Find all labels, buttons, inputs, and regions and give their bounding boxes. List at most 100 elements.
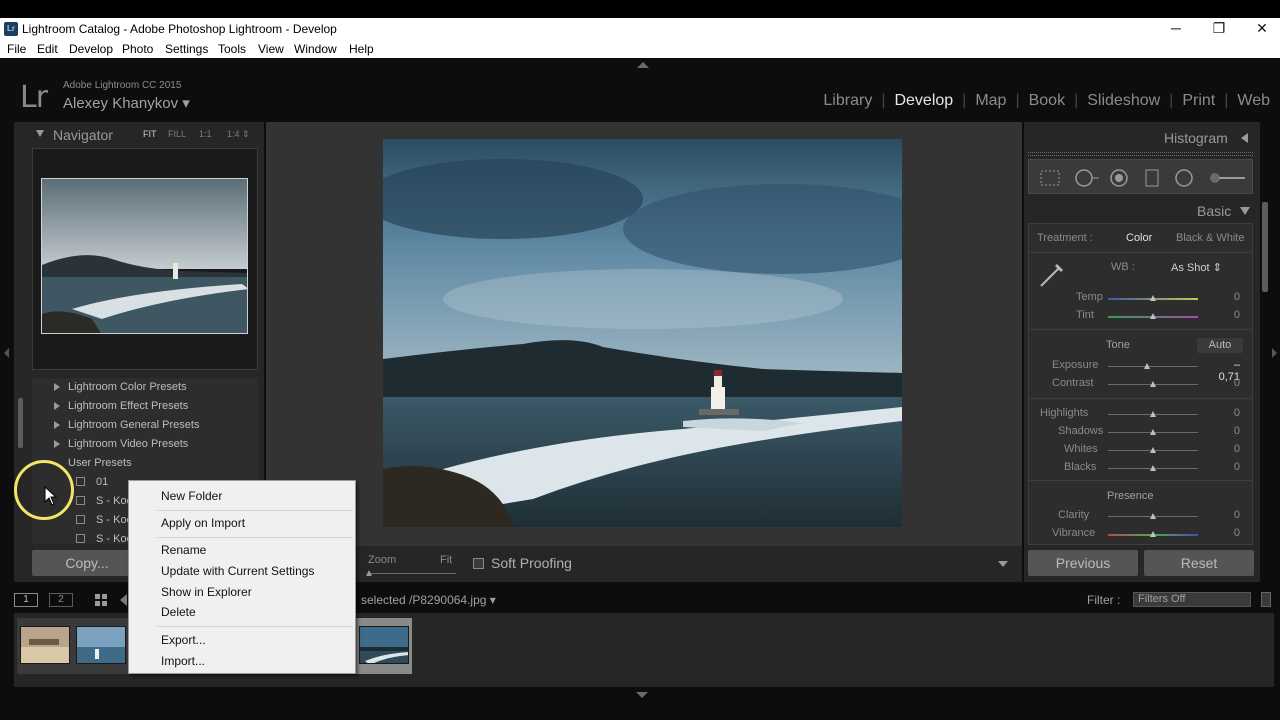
user-name-dropdown[interactable]: Alexey Khanykov ▾ <box>63 94 190 112</box>
basic-collapse-icon[interactable] <box>1240 207 1250 215</box>
menu-item-apply-on-import[interactable]: Apply on Import <box>161 516 245 530</box>
menu-tools[interactable]: Tools <box>218 42 246 56</box>
menu-item-rename[interactable]: Rename <box>161 543 206 557</box>
list-item[interactable]: Lightroom Color Presets <box>32 378 258 397</box>
zoom-slider[interactable] <box>368 573 456 574</box>
treatment-bw-option[interactable]: Black & White <box>1176 232 1244 244</box>
navigator-header[interactable]: Navigator FIT FILL 1:1 1:4 ⇕ <box>14 124 264 146</box>
zoom-1-1-option[interactable]: 1:1 <box>199 129 212 139</box>
module-library[interactable]: Library <box>823 92 872 110</box>
auto-tone-button[interactable]: Auto <box>1197 338 1243 353</box>
histogram-title[interactable]: Histogram <box>1164 130 1228 146</box>
slider-knob-temp[interactable] <box>1150 295 1156 301</box>
filmstrip-source-path[interactable]: selected /P8290064.jpg ▾ <box>361 593 496 607</box>
slider-value-clarity[interactable]: 0 <box>1210 509 1240 521</box>
slider-knob-whites[interactable] <box>1150 447 1156 453</box>
slider-track-exposure[interactable] <box>1108 366 1198 367</box>
soft-proofing-label[interactable]: Soft Proofing <box>491 555 572 571</box>
filter-select[interactable]: Filters Off <box>1133 592 1251 607</box>
reset-button[interactable]: Reset <box>1144 550 1254 576</box>
filmstrip-thumbnail[interactable] <box>17 618 73 674</box>
restore-button[interactable]: ❐ <box>1197 18 1241 40</box>
zoom-fill-option[interactable]: FILL <box>168 129 186 139</box>
list-item[interactable]: Lightroom Effect Presets <box>32 397 258 416</box>
soft-proofing-checkbox[interactable] <box>473 558 484 569</box>
zoom-label: Zoom <box>368 554 397 566</box>
filmstrip-thumbnail[interactable] <box>73 618 129 674</box>
slider-knob-tint[interactable] <box>1150 313 1156 319</box>
filter-lock-icon[interactable] <box>1261 592 1271 607</box>
slider-knob-contrast[interactable] <box>1150 381 1156 387</box>
list-item[interactable]: Lightroom General Presets <box>32 416 258 435</box>
menu-settings[interactable]: Settings <box>165 42 208 56</box>
basic-title[interactable]: Basic <box>1197 203 1231 219</box>
toolbar-content-dropdown-icon[interactable] <box>998 561 1008 567</box>
red-eye-icon[interactable] <box>1109 169 1129 187</box>
slider-value-temp[interactable]: 0 <box>1210 291 1240 303</box>
treatment-color-option[interactable]: Color <box>1126 232 1152 244</box>
list-item[interactable]: Lightroom Video Presets <box>32 435 258 454</box>
main-window-button[interactable]: 1 <box>14 593 38 607</box>
spot-removal-icon[interactable] <box>1073 169 1101 187</box>
collapse-triangle-icon[interactable] <box>36 130 44 137</box>
slider-value-vibrance[interactable]: 0 <box>1210 527 1240 539</box>
crop-overlay-icon[interactable] <box>1039 169 1061 187</box>
menu-item-show-in-explorer[interactable]: Show in Explorer <box>161 585 252 599</box>
module-book[interactable]: Book <box>1029 92 1065 110</box>
zoom-fit-option[interactable]: FIT <box>143 129 157 139</box>
slider-value-blacks[interactable]: 0 <box>1210 461 1240 473</box>
menu-item-new-folder[interactable]: New Folder <box>161 489 222 503</box>
module-slideshow[interactable]: Slideshow <box>1087 92 1160 110</box>
filmstrip-thumbnail-selected[interactable] <box>356 618 412 674</box>
slider-knob-highlights[interactable] <box>1150 411 1156 417</box>
module-map[interactable]: Map <box>975 92 1006 110</box>
slider-knob-blacks[interactable] <box>1150 465 1156 471</box>
graduated-filter-icon[interactable] <box>1144 169 1160 187</box>
adjustment-brush-icon[interactable] <box>1207 169 1247 187</box>
menu-edit[interactable]: Edit <box>37 42 58 56</box>
radial-filter-icon[interactable] <box>1174 169 1194 187</box>
previous-button[interactable]: Previous <box>1028 550 1138 576</box>
right-panel-scrollbar[interactable] <box>1262 202 1268 292</box>
menu-item-export[interactable]: Export... <box>161 633 206 647</box>
slider-value-whites[interactable]: 0 <box>1210 443 1240 455</box>
menu-view[interactable]: View <box>258 42 284 56</box>
secondary-window-button[interactable]: 2 <box>49 593 73 607</box>
slider-value-tint[interactable]: 0 <box>1210 309 1240 321</box>
menu-develop[interactable]: Develop <box>69 42 113 56</box>
menu-photo[interactable]: Photo <box>122 42 153 56</box>
module-develop[interactable]: Develop <box>894 92 953 110</box>
zoom-custom-option[interactable]: 1:4 ⇕ <box>227 129 250 140</box>
module-print[interactable]: Print <box>1182 92 1215 110</box>
slider-value-shadows[interactable]: 0 <box>1210 425 1240 437</box>
module-web[interactable]: Web <box>1237 92 1270 110</box>
menu-file[interactable]: File <box>7 42 26 56</box>
minimize-button[interactable]: ─ <box>1154 18 1198 40</box>
bottom-panel-toggle-icon[interactable] <box>636 692 648 698</box>
zoom-slider-knob[interactable] <box>366 570 372 576</box>
slider-knob-exposure[interactable] <box>1143 363 1150 369</box>
menu-item-import[interactable]: Import... <box>161 654 205 668</box>
menu-item-update-settings[interactable]: Update with Current Settings <box>161 564 314 578</box>
menu-window[interactable]: Window <box>294 42 337 56</box>
navigator-thumbnail[interactable] <box>41 178 248 334</box>
slider-knob-shadows[interactable] <box>1150 429 1156 435</box>
wb-select[interactable]: As Shot ⇕ <box>1171 261 1222 274</box>
white-balance-eyedropper-icon[interactable] <box>1037 258 1069 288</box>
slider-value-contrast[interactable]: 0 <box>1210 377 1240 389</box>
nav-back-icon[interactable] <box>120 594 127 606</box>
copy-button[interactable]: Copy... <box>32 550 142 576</box>
left-panel-toggle-icon[interactable] <box>4 348 9 358</box>
close-button[interactable]: ✕ <box>1240 18 1280 40</box>
histogram-collapse-icon[interactable] <box>1241 133 1248 143</box>
grid-view-icon[interactable] <box>94 593 108 607</box>
slider-knob-clarity[interactable] <box>1150 513 1156 519</box>
main-photo[interactable] <box>383 139 902 527</box>
menu-help[interactable]: Help <box>349 42 374 56</box>
top-panel-toggle-icon[interactable] <box>637 62 649 68</box>
menu-item-delete[interactable]: Delete <box>161 605 196 619</box>
right-panel-toggle-icon[interactable] <box>1272 348 1277 358</box>
slider-value-highlights[interactable]: 0 <box>1210 407 1240 419</box>
left-panel-scrollbar[interactable] <box>18 398 23 448</box>
slider-knob-vibrance[interactable] <box>1150 531 1156 537</box>
